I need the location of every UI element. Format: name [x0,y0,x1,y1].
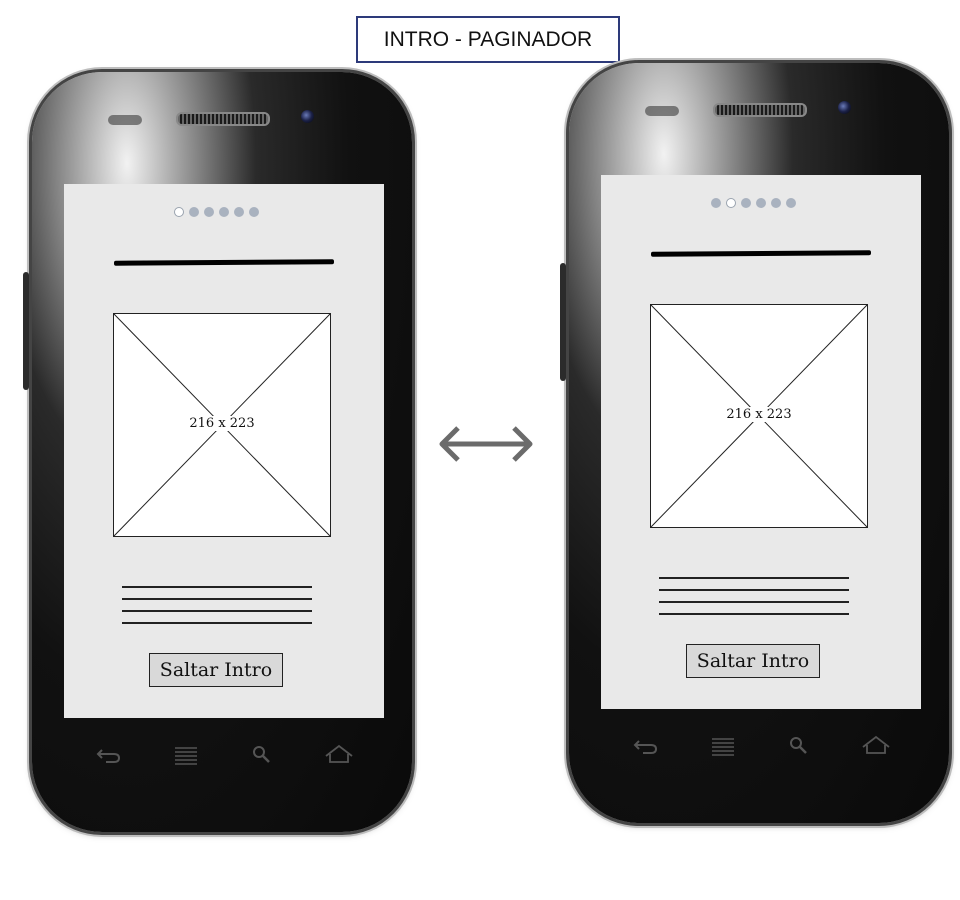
home-icon[interactable] [324,742,354,766]
body-text-lines [122,586,312,634]
proximity-sensor [645,106,679,116]
menu-icon[interactable] [708,733,738,757]
image-size-label: 216 x 223 [188,416,256,431]
proximity-sensor [108,115,142,125]
double-arrow-icon [439,426,533,462]
earpiece-speaker [176,112,270,126]
page-dot[interactable] [189,207,199,217]
page-dot[interactable] [711,198,721,208]
page-dot[interactable] [786,198,796,208]
search-icon[interactable] [784,733,814,757]
page-dot[interactable] [771,198,781,208]
side-button [23,272,29,390]
image-size-label: 216 x 223 [725,407,793,422]
page-dot[interactable] [756,198,766,208]
phone-mockup-left: 216 x 223 Saltar Intro [23,72,412,832]
android-nav-bar [94,742,354,766]
skip-intro-button[interactable]: Saltar Intro [149,653,283,687]
phone-mockup-right: 216 x 223 Saltar Intro [560,63,949,823]
image-placeholder: 216 x 223 [650,304,868,528]
image-placeholder: 216 x 223 [113,313,331,537]
back-icon[interactable] [94,742,124,766]
search-icon[interactable] [247,742,277,766]
phone-screen: 216 x 223 Saltar Intro [601,175,921,709]
menu-icon[interactable] [171,742,201,766]
headline-bar [650,250,872,257]
side-button [560,263,566,381]
skip-intro-button[interactable]: Saltar Intro [686,644,820,678]
headline-bar [113,259,335,266]
page-dot[interactable] [219,207,229,217]
page-dot[interactable] [741,198,751,208]
page-dot[interactable] [204,207,214,217]
page-dot-active[interactable] [174,207,184,217]
body-text-lines [659,577,849,625]
phone-screen: 216 x 223 Saltar Intro [64,184,384,718]
page-dot[interactable] [249,207,259,217]
front-camera-icon [301,110,314,123]
earpiece-speaker [713,103,807,117]
diagram-title: INTRO - PAGINADOR [356,16,620,63]
page-dot-active[interactable] [726,198,736,208]
front-camera-icon [838,101,851,114]
page-indicator[interactable] [711,198,796,208]
back-icon[interactable] [631,733,661,757]
page-dot[interactable] [234,207,244,217]
android-nav-bar [631,733,891,757]
page-indicator[interactable] [174,207,259,217]
home-icon[interactable] [861,733,891,757]
